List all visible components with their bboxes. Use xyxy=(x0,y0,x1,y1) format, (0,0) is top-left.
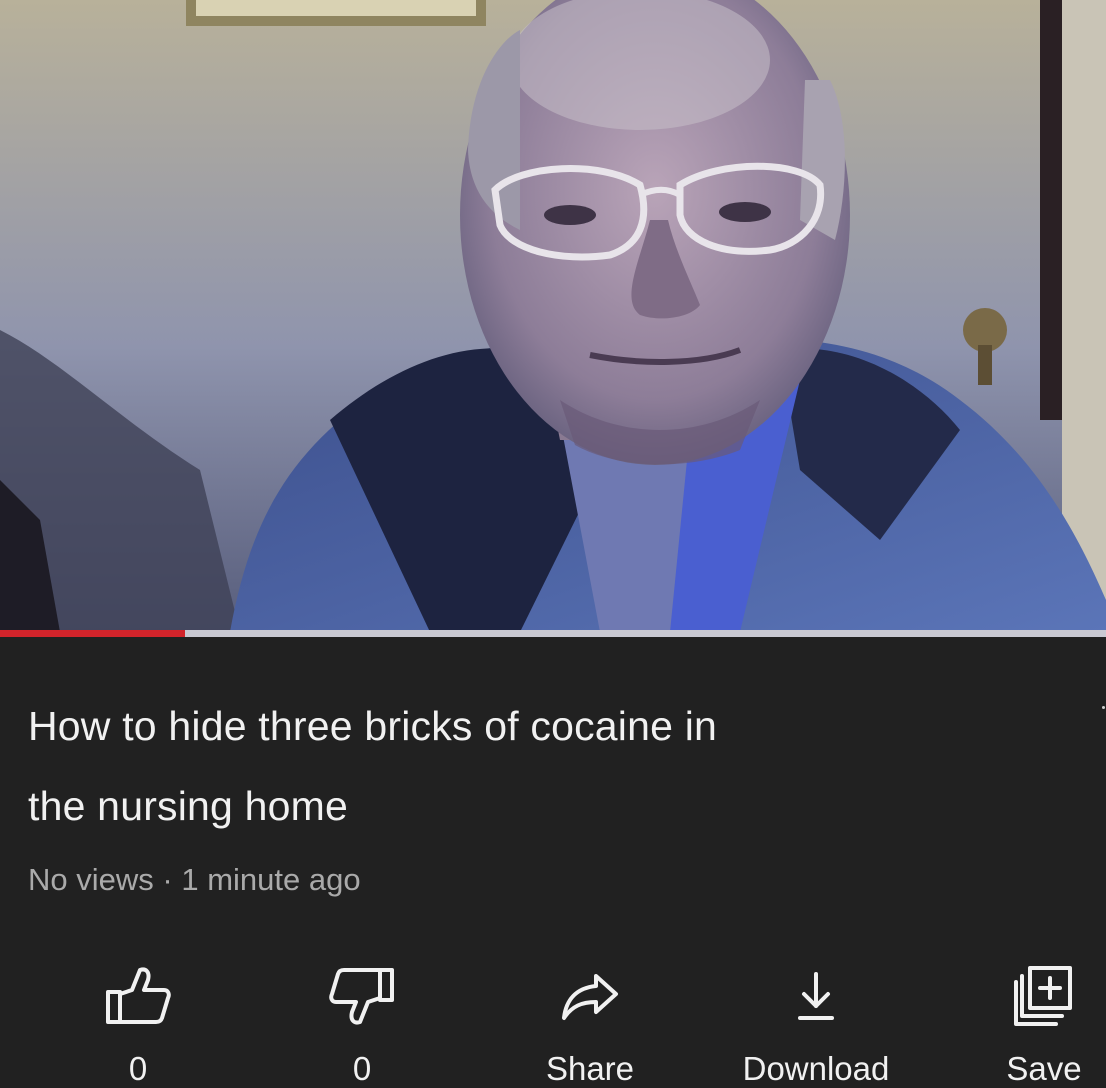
like-button[interactable]: 0 xyxy=(38,948,238,1088)
share-icon xyxy=(554,960,626,1032)
upload-time: 1 minute ago xyxy=(181,862,361,897)
save-label: Save xyxy=(1006,1050,1082,1087)
video-title-line-1: How to hide three bricks of cocaine in xyxy=(28,703,718,749)
video-player[interactable] xyxy=(0,0,1106,632)
share-button[interactable]: Share xyxy=(490,948,690,1088)
meta-separator: · xyxy=(162,862,173,897)
video-metadata: No views · 1 minute ago xyxy=(28,862,361,898)
video-progress-played xyxy=(0,630,185,637)
video-title-line-2: the nursing home xyxy=(28,783,349,829)
video-frame-image xyxy=(0,0,1106,632)
thumbs-up-icon xyxy=(102,960,174,1032)
dislike-button[interactable]: 0 xyxy=(262,948,462,1088)
video-title: How to hide three bricks of cocaine in t… xyxy=(28,686,1008,846)
share-label: Share xyxy=(545,1050,635,1087)
like-count: 0 xyxy=(128,1050,148,1087)
thumbs-down-icon xyxy=(326,960,398,1032)
playlist-add-icon xyxy=(1008,960,1080,1032)
more-options-icon[interactable] xyxy=(1102,706,1106,716)
download-button[interactable]: Download xyxy=(716,948,916,1088)
video-progress-bar[interactable] xyxy=(0,630,1106,637)
view-count: No views xyxy=(28,862,154,897)
download-icon xyxy=(780,960,852,1032)
video-page: How to hide three bricks of cocaine in t… xyxy=(0,0,1106,1088)
dislike-count: 0 xyxy=(352,1050,372,1087)
download-label: Download xyxy=(742,1050,890,1087)
save-button[interactable]: Save xyxy=(944,948,1106,1088)
action-bar: 0 0 Share Download Save xyxy=(0,948,1106,1088)
